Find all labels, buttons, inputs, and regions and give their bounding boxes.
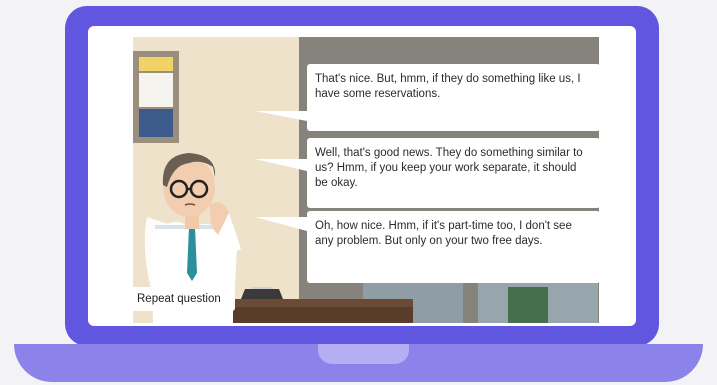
bubble-tail (255, 111, 307, 121)
bubble-text: Well, that's good news. They do somethin… (315, 147, 583, 189)
bubble-text: Oh, how nice. Hmm, if it's part-time too… (315, 220, 572, 247)
page: That's nice. But, hmm, if they do someth… (0, 0, 717, 385)
laptop-notch (318, 344, 409, 364)
bubble-tail (255, 159, 307, 171)
bubble-tail (255, 217, 307, 231)
bubble-text: That's nice. But, hmm, if they do someth… (315, 73, 581, 100)
speech-bubble-1[interactable]: That's nice. But, hmm, if they do someth… (255, 64, 599, 131)
repeat-question-button[interactable]: Repeat question (133, 287, 235, 311)
speech-bubble-2[interactable]: Well, that's good news. They do somethin… (255, 138, 599, 208)
laptop-screen: That's nice. But, hmm, if they do someth… (88, 26, 636, 326)
video-scene[interactable]: That's nice. But, hmm, if they do someth… (133, 37, 599, 323)
speech-bubble-3[interactable]: Oh, how nice. Hmm, if it's part-time too… (255, 211, 599, 283)
